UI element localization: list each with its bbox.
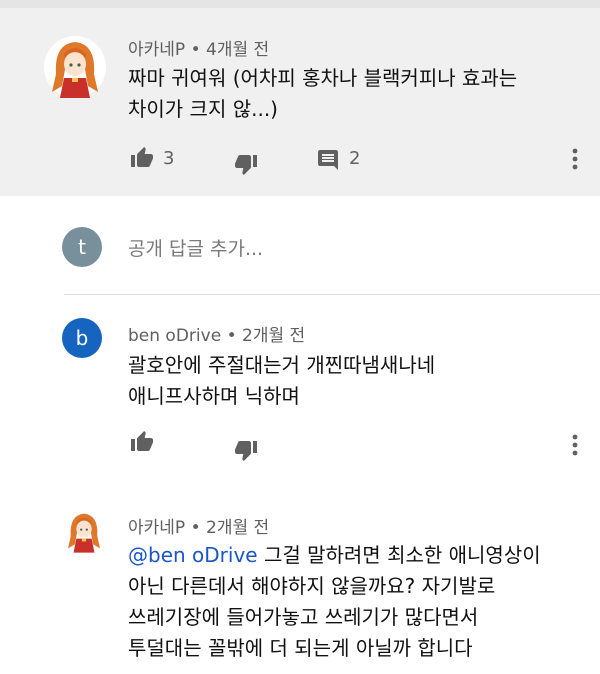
- thumb-up-icon: [131, 431, 153, 451]
- comment-text-line: 투덜대는 꼴밖에 더 되는게 아닐까 합니다: [128, 636, 473, 660]
- comment-text-line: @ben oDrive 그걸 말하려면 최소한 애니영상이: [128, 540, 588, 571]
- more-options-button[interactable]: [566, 432, 584, 458]
- comment-text-fragment: 그걸 말하려면 최소한 애니영상이: [257, 543, 541, 567]
- more-vert-icon: [572, 434, 578, 456]
- comment-author[interactable]: ben oDrive: [128, 326, 221, 346]
- mention-link[interactable]: @ben oDrive: [128, 543, 258, 567]
- public-reply-input[interactable]: 공개 답글 추가...: [128, 234, 558, 262]
- top-edge: [0, 0, 600, 8]
- avatar[interactable]: b: [62, 318, 102, 358]
- comment-time[interactable]: 2개월 전: [206, 518, 269, 538]
- comment-text-line: 짜마 귀여워 (어차피 홍차나 블랙커피나 효과는: [128, 66, 518, 90]
- thumb-down-icon: [235, 155, 257, 175]
- meta-separator: •: [226, 326, 242, 346]
- comment-meta: 아카네P • 2개월 전: [128, 513, 269, 538]
- dislike-button[interactable]: [234, 152, 258, 176]
- comment-meta: 아카네P • 4개월 전: [128, 35, 269, 60]
- reply-button[interactable]: [316, 148, 340, 172]
- comment-meta: ben oDrive • 2개월 전: [128, 321, 305, 346]
- comment-time[interactable]: 4개월 전: [206, 40, 269, 60]
- comment-author[interactable]: 아카네P: [128, 40, 185, 60]
- comment-text: 짜마 귀여워 (어차피 홍차나 블랙커피나 효과는 차이가 크지 않...): [128, 63, 568, 125]
- user-avatar[interactable]: t: [62, 227, 102, 267]
- comment-text-line: 쓰레기장에 들어가놓고 쓰레기가 많다면서: [128, 605, 479, 629]
- reply-count: 2: [349, 148, 361, 169]
- avatar-anime-girl[interactable]: [62, 508, 106, 554]
- more-options-button[interactable]: [566, 146, 584, 172]
- thumb-down-icon: [235, 441, 257, 461]
- meta-separator: •: [190, 40, 207, 60]
- thumb-up-icon: [131, 147, 153, 167]
- dislike-button[interactable]: [234, 438, 258, 462]
- comment-text: 괄호안에 주절대는거 개찐따냄새나네 애니프사하며 닉하며: [128, 350, 568, 412]
- comment-time[interactable]: 2개월 전: [242, 326, 305, 346]
- like-count: 3: [163, 148, 175, 169]
- avatar-anime-girl[interactable]: [44, 34, 106, 100]
- comment-text-line: 차이가 크지 않...): [128, 97, 278, 121]
- like-button[interactable]: [130, 146, 154, 170]
- comment-text: @ben oDrive 그걸 말하려면 최소한 애니영상이 아닌 다른데서 해야…: [128, 540, 588, 664]
- comment-text-line: 애니프사하며 닉하며: [128, 384, 300, 408]
- comment-text-line: 아닌 다른데서 해야하지 않을까요? 자기발로: [128, 574, 496, 598]
- more-vert-icon: [572, 148, 578, 170]
- like-button[interactable]: [130, 430, 154, 454]
- meta-separator: •: [190, 518, 207, 538]
- comment-text-line: 괄호안에 주절대는거 개찐따냄새나네: [128, 353, 436, 377]
- comment-author[interactable]: 아카네P: [128, 518, 185, 538]
- divider: [64, 294, 600, 295]
- reply-comment-icon: [318, 150, 338, 170]
